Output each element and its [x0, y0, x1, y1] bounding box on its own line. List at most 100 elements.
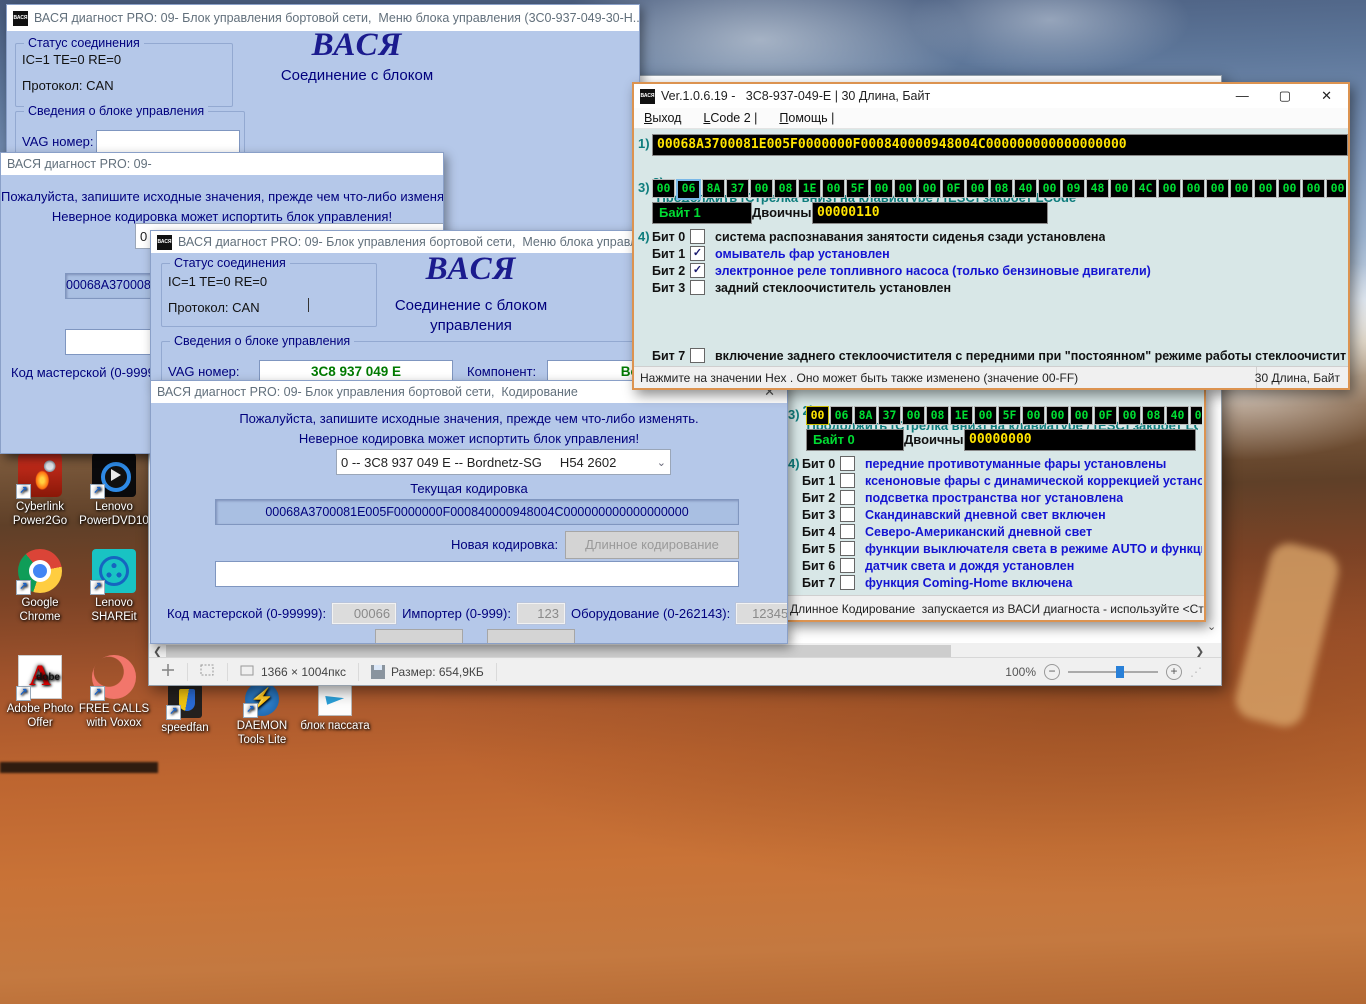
controller-combo[interactable]: 0 -- 3C8 937 049 E -- Bordnetz-SG H54 26…	[336, 449, 671, 475]
resize-grip[interactable]: ⋰	[1190, 665, 1203, 679]
hex-byte-6[interactable]: 1E	[950, 406, 973, 425]
minimize-icon[interactable]: —	[1236, 88, 1249, 104]
hex-byte-15[interactable]: 40	[1014, 179, 1037, 198]
hex-byte-23[interactable]: 00	[1206, 179, 1229, 198]
bit-checkbox[interactable]	[690, 280, 705, 295]
hex-byte-1[interactable]: 06	[830, 406, 853, 425]
menu-item-lcode-2-[interactable]: LCode 2 |	[703, 111, 757, 125]
equipment-field[interactable]: 12345	[736, 603, 788, 624]
desktop-icon-speedfan[interactable]: ↗ speedfan	[150, 684, 220, 735]
hex-byte-12[interactable]: 0F	[942, 179, 965, 198]
icon-label: Google Chrome	[2, 596, 78, 625]
hex-byte-27[interactable]: 00	[1302, 179, 1325, 198]
bit-checkbox[interactable]	[690, 229, 705, 244]
desktop-icon-blok-passata[interactable]: блок пассата	[300, 682, 370, 733]
menu-item-выход[interactable]: Выход	[644, 111, 681, 125]
hex-byte-19[interactable]: 00	[1110, 179, 1133, 198]
hex-byte-13[interactable]: 00	[966, 179, 989, 198]
do-it-button[interactable]	[375, 629, 463, 644]
hex-byte-4[interactable]: 00	[750, 179, 773, 198]
zoom-in-icon[interactable]: +	[1166, 664, 1182, 680]
hex-byte-3[interactable]: 37	[726, 179, 749, 198]
scroll-down-icon[interactable]: ⌄	[1207, 620, 1216, 633]
hex-byte-8[interactable]: 5F	[846, 179, 869, 198]
new-coding-label: Новая кодировка:	[451, 537, 558, 552]
master-code-field[interactable]: 00066	[332, 603, 396, 624]
connect-subtitle-1: Соединение с блоком	[341, 297, 601, 314]
hex-byte-7[interactable]: 00	[822, 179, 845, 198]
desktop-icon-adobe[interactable]: A↗ Adobe Photo Offer	[2, 655, 78, 731]
hex-byte-1[interactable]: 06	[676, 179, 701, 200]
hex-byte-14[interactable]: 08	[1142, 406, 1165, 425]
bit-checkbox[interactable]	[840, 507, 855, 522]
hex-byte-17[interactable]: 09	[1062, 179, 1085, 198]
hex-byte-25[interactable]: 00	[1254, 179, 1277, 198]
long-coding-button[interactable]: Длинное кодирование	[565, 531, 739, 559]
hex-byte-18[interactable]: 48	[1086, 179, 1109, 198]
hex-byte-2[interactable]: 8A	[702, 179, 725, 198]
hex-byte-9[interactable]: 00	[1022, 406, 1045, 425]
menu-item-помощь-[interactable]: Помощь |	[779, 111, 834, 125]
hex-byte-26[interactable]: 00	[1278, 179, 1301, 198]
hex-byte-22[interactable]: 00	[1182, 179, 1205, 198]
hex-byte-2[interactable]: 8A	[854, 406, 877, 425]
bit-checkbox[interactable]	[840, 558, 855, 573]
hex-byte-16[interactable]: 00	[1190, 406, 1202, 425]
hex-byte-11[interactable]: 00	[1070, 406, 1093, 425]
hex-byte-0[interactable]: 00	[806, 406, 829, 425]
hex-byte-9[interactable]: 00	[870, 179, 893, 198]
bit-checkbox[interactable]: ✓	[690, 263, 705, 278]
desktop-icon-shareit[interactable]: ↗ Lenovo SHAREit	[76, 549, 152, 625]
desktop-icon-chrome[interactable]: ↗ Google Chrome	[2, 549, 78, 625]
hex-byte-6[interactable]: 1E	[798, 179, 821, 198]
bit-checkbox[interactable]	[840, 456, 855, 471]
hex-byte-10[interactable]: 00	[1046, 406, 1069, 425]
bit-label: Бит 3	[802, 508, 838, 522]
zoom-out-icon[interactable]: −	[1044, 664, 1060, 680]
hex-byte-28[interactable]: 00	[1326, 179, 1346, 198]
hex-byte-8[interactable]: 5F	[998, 406, 1021, 425]
bit-checkbox[interactable]	[840, 541, 855, 556]
hex-byte-5[interactable]: 08	[774, 179, 797, 198]
maximize-icon[interactable]: ▢	[1279, 88, 1291, 104]
close-icon[interactable]: ✕	[1321, 88, 1332, 104]
hex-byte-16[interactable]: 00	[1038, 179, 1061, 198]
desktop-icon-daemon-tools[interactable]: ⚡↗ DAEMON Tools Lite	[224, 682, 300, 748]
bit-checkbox[interactable]	[840, 490, 855, 505]
bit-checkbox[interactable]	[690, 348, 705, 363]
hex-byte-4[interactable]: 00	[902, 406, 925, 425]
file-size-text: Размер: 654,9КБ	[391, 665, 484, 679]
hex-byte-3[interactable]: 37	[878, 406, 901, 425]
new-coding-input[interactable]	[215, 561, 739, 587]
hex-byte-11[interactable]: 00	[918, 179, 941, 198]
hex-byte-24[interactable]: 00	[1230, 179, 1253, 198]
hex-byte-12[interactable]: 0F	[1094, 406, 1117, 425]
bit-description: Скандинавский дневной свет включен	[865, 508, 1106, 522]
hex-byte-20[interactable]: 4C	[1134, 179, 1157, 198]
cursor-position-icon	[161, 663, 175, 680]
cancel-button[interactable]	[487, 629, 575, 644]
hex-byte-14[interactable]: 08	[990, 179, 1013, 198]
bit-checkbox[interactable]	[840, 575, 855, 590]
master-code-label: Код мастерской (0-99999):	[167, 606, 326, 621]
importer-field[interactable]: 123	[517, 603, 565, 624]
zoom-slider-thumb[interactable]	[1116, 666, 1124, 678]
bit-checkbox[interactable]: ✓	[690, 246, 705, 261]
zoom-slider[interactable]	[1068, 671, 1158, 673]
title-bar[interactable]: ВАСЯ диагност PRO: 09-	[1, 153, 443, 175]
hex-byte-7[interactable]: 00	[974, 406, 997, 425]
hex-byte-13[interactable]: 00	[1118, 406, 1141, 425]
hex-byte-15[interactable]: 40	[1166, 406, 1189, 425]
vag-number-field[interactable]	[96, 130, 240, 154]
desktop-icon-voxox[interactable]: ↗ FREE CALLS with Voxox	[76, 655, 152, 731]
hex-byte-10[interactable]: 00	[894, 179, 917, 198]
desktop-icon-powerdvd[interactable]: ↗ Lenovo PowerDVD10	[76, 453, 152, 529]
bit-checkbox[interactable]	[840, 473, 855, 488]
zoom-level-text: 100%	[1005, 665, 1036, 679]
desktop-icon-power2go[interactable]: ↗ Cyberlink Power2Go	[2, 453, 78, 529]
hex-byte-0[interactable]: 00	[652, 179, 675, 198]
hex-byte-5[interactable]: 08	[926, 406, 949, 425]
bit-checkbox[interactable]	[840, 524, 855, 539]
title-bar[interactable]: ВАСЯ Ver.1.0.6.19 - 3C8-937-049-E | 30 Д…	[634, 84, 1348, 108]
hex-byte-21[interactable]: 00	[1158, 179, 1181, 198]
